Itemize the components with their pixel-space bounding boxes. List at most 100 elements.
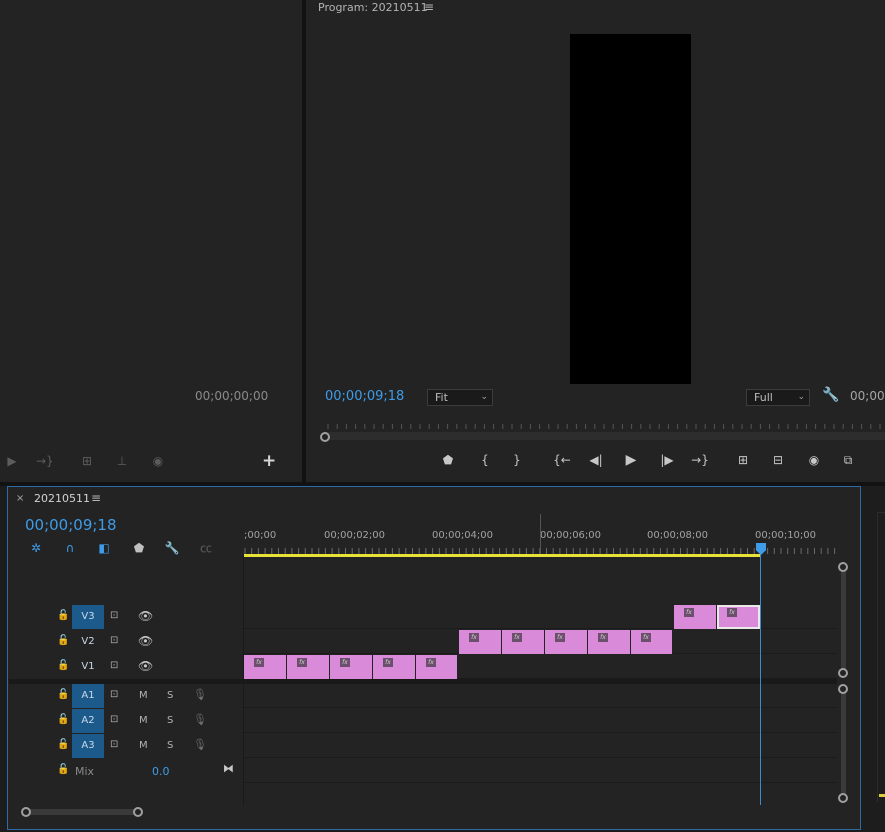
lock-icon[interactable]: 🔓 — [57, 610, 69, 621]
video-clip[interactable]: fx — [416, 655, 458, 679]
add-marker-button[interactable]: ⬟ — [438, 452, 458, 468]
fx-badge-icon[interactable]: fx — [469, 633, 479, 642]
lift-button[interactable]: ⊞ — [733, 452, 753, 468]
track-target-v3[interactable]: V3 — [72, 605, 104, 629]
sync-lock-icon[interactable]: ⊡ — [110, 635, 118, 646]
track-lane-a1[interactable] — [244, 684, 837, 708]
lock-icon[interactable]: 🔓 — [57, 739, 69, 750]
sync-lock-icon[interactable]: ⊡ — [110, 689, 118, 700]
microphone-icon[interactable]: 🎙 — [193, 688, 207, 701]
video-clip[interactable]: fx — [588, 630, 631, 654]
fx-badge-icon[interactable]: fx — [340, 658, 350, 667]
program-scrub-bar[interactable] — [324, 432, 885, 440]
linked-selection-icon[interactable]: ◧ — [96, 541, 112, 555]
comparison-view-button[interactable]: ⧉ — [838, 452, 858, 468]
go-to-in-button[interactable]: {← — [552, 452, 572, 468]
fx-badge-icon[interactable]: fx — [684, 608, 694, 617]
fx-badge-icon[interactable]: fx — [598, 633, 608, 642]
work-area-bar[interactable] — [244, 554, 761, 557]
lock-icon[interactable]: 🔓 — [57, 764, 69, 775]
video-clip[interactable]: fx — [674, 605, 717, 629]
track-lane-a2[interactable] — [244, 709, 837, 733]
insert-nest-icon[interactable]: ✲ — [28, 541, 44, 555]
close-icon[interactable]: × — [16, 493, 24, 504]
fx-badge-icon[interactable]: fx — [727, 608, 737, 617]
eye-icon[interactable]: 👁 — [138, 609, 153, 623]
scroll-handle[interactable] — [838, 668, 848, 678]
playhead-line[interactable] — [760, 553, 761, 805]
panel-menu-icon[interactable]: ≡ — [424, 0, 434, 14]
fx-badge-icon[interactable]: fx — [641, 633, 651, 642]
fx-badge-icon[interactable]: fx — [254, 658, 264, 667]
sync-lock-icon[interactable]: ⊡ — [110, 660, 118, 671]
program-playhead-timecode[interactable]: 00;00;09;18 — [325, 389, 404, 404]
track-lane-mix[interactable] — [244, 759, 837, 783]
timeline-playhead-timecode[interactable]: 00;00;09;18 — [25, 516, 117, 534]
lock-icon[interactable]: 🔓 — [57, 689, 69, 700]
track-target-a3[interactable]: A3 — [72, 734, 104, 758]
track-target-a2[interactable]: A2 — [72, 709, 104, 733]
export-frame-icon[interactable]: ◉ — [150, 454, 166, 468]
captions-icon[interactable]: ㏄ — [198, 541, 214, 555]
eye-icon[interactable]: 👁 — [138, 659, 153, 673]
button-editor-add-icon[interactable]: + — [262, 452, 276, 470]
add-marker-icon[interactable]: ⬟ — [131, 541, 147, 555]
go-to-out-button[interactable]: →} — [690, 452, 710, 468]
mark-in-button[interactable]: { — [475, 452, 495, 468]
timeline-settings-wrench-icon[interactable]: 🔧 — [164, 541, 180, 555]
mix-volume-value[interactable]: 0.0 — [152, 765, 170, 778]
mark-out-button[interactable]: } — [507, 452, 527, 468]
playback-resolution-select[interactable]: Full ⌄ — [746, 389, 810, 406]
mark-in-icon[interactable]: ▶ — [4, 454, 20, 468]
video-clip[interactable]: fx — [287, 655, 330, 679]
scroll-handle[interactable] — [838, 684, 848, 694]
fx-badge-icon[interactable]: fx — [383, 658, 393, 667]
mute-button[interactable]: M — [139, 740, 148, 751]
zoom-level-select[interactable]: Fit ⌄ — [427, 389, 493, 406]
eye-icon[interactable]: 👁 — [138, 634, 153, 648]
video-clip[interactable]: fx — [373, 655, 416, 679]
audio-scroll-track[interactable] — [841, 690, 846, 798]
track-lane-a3[interactable] — [244, 734, 837, 758]
program-panel-title[interactable]: Program: 20210511 — [318, 1, 428, 14]
track-target-v2[interactable]: V2 — [72, 630, 104, 654]
microphone-icon[interactable]: 🎙 — [193, 713, 207, 726]
track-target-v1[interactable]: V1 — [72, 655, 104, 679]
video-clip[interactable]: fx — [244, 655, 287, 679]
sync-lock-icon[interactable]: ⊡ — [110, 714, 118, 725]
step-back-button[interactable]: ◀| — [586, 452, 606, 468]
lock-icon[interactable]: 🔓 — [57, 714, 69, 725]
horizontal-scroll-thumb[interactable] — [26, 809, 138, 815]
overwrite-icon[interactable]: ⊥ — [114, 454, 130, 468]
video-clip[interactable]: fx — [545, 630, 588, 654]
fx-badge-icon[interactable]: fx — [297, 658, 307, 667]
video-clip[interactable]: fx — [502, 630, 545, 654]
scroll-handle[interactable] — [838, 793, 848, 803]
solo-button[interactable]: S — [167, 690, 173, 701]
mute-button[interactable]: M — [139, 715, 148, 726]
video-clip[interactable]: fx — [459, 630, 502, 654]
video-clip-selected[interactable]: fx — [717, 605, 760, 629]
video-scroll-track[interactable] — [841, 566, 846, 674]
program-zoom-scroll-handle[interactable] — [320, 432, 330, 442]
sync-lock-icon[interactable]: ⊡ — [110, 610, 118, 621]
mix-bowtie-icon[interactable]: ⧓ — [223, 762, 234, 775]
lock-icon[interactable]: 🔓 — [57, 635, 69, 646]
lock-icon[interactable]: 🔓 — [57, 660, 69, 671]
snap-magnet-icon[interactable]: ∩ — [62, 541, 78, 555]
export-frame-button[interactable]: ◉ — [804, 452, 824, 468]
scroll-handle[interactable] — [133, 807, 143, 817]
fx-badge-icon[interactable]: fx — [555, 633, 565, 642]
fx-badge-icon[interactable]: fx — [512, 633, 522, 642]
timeline-ruler-labels[interactable]: ;00;00 00;00;02;00 00;00;04;00 00;00;06;… — [244, 530, 844, 544]
fx-badge-icon[interactable]: fx — [426, 658, 436, 667]
video-clip[interactable]: fx — [330, 655, 373, 679]
go-to-out-icon[interactable]: →} — [36, 454, 54, 468]
video-clip[interactable]: fx — [631, 630, 673, 654]
mute-button[interactable]: M — [139, 690, 148, 701]
extract-button[interactable]: ⊟ — [768, 452, 788, 468]
sync-lock-icon[interactable]: ⊡ — [110, 739, 118, 750]
track-target-a1[interactable]: A1 — [72, 684, 104, 708]
microphone-icon[interactable]: 🎙 — [193, 738, 207, 751]
insert-icon[interactable]: ⊞ — [79, 454, 95, 468]
